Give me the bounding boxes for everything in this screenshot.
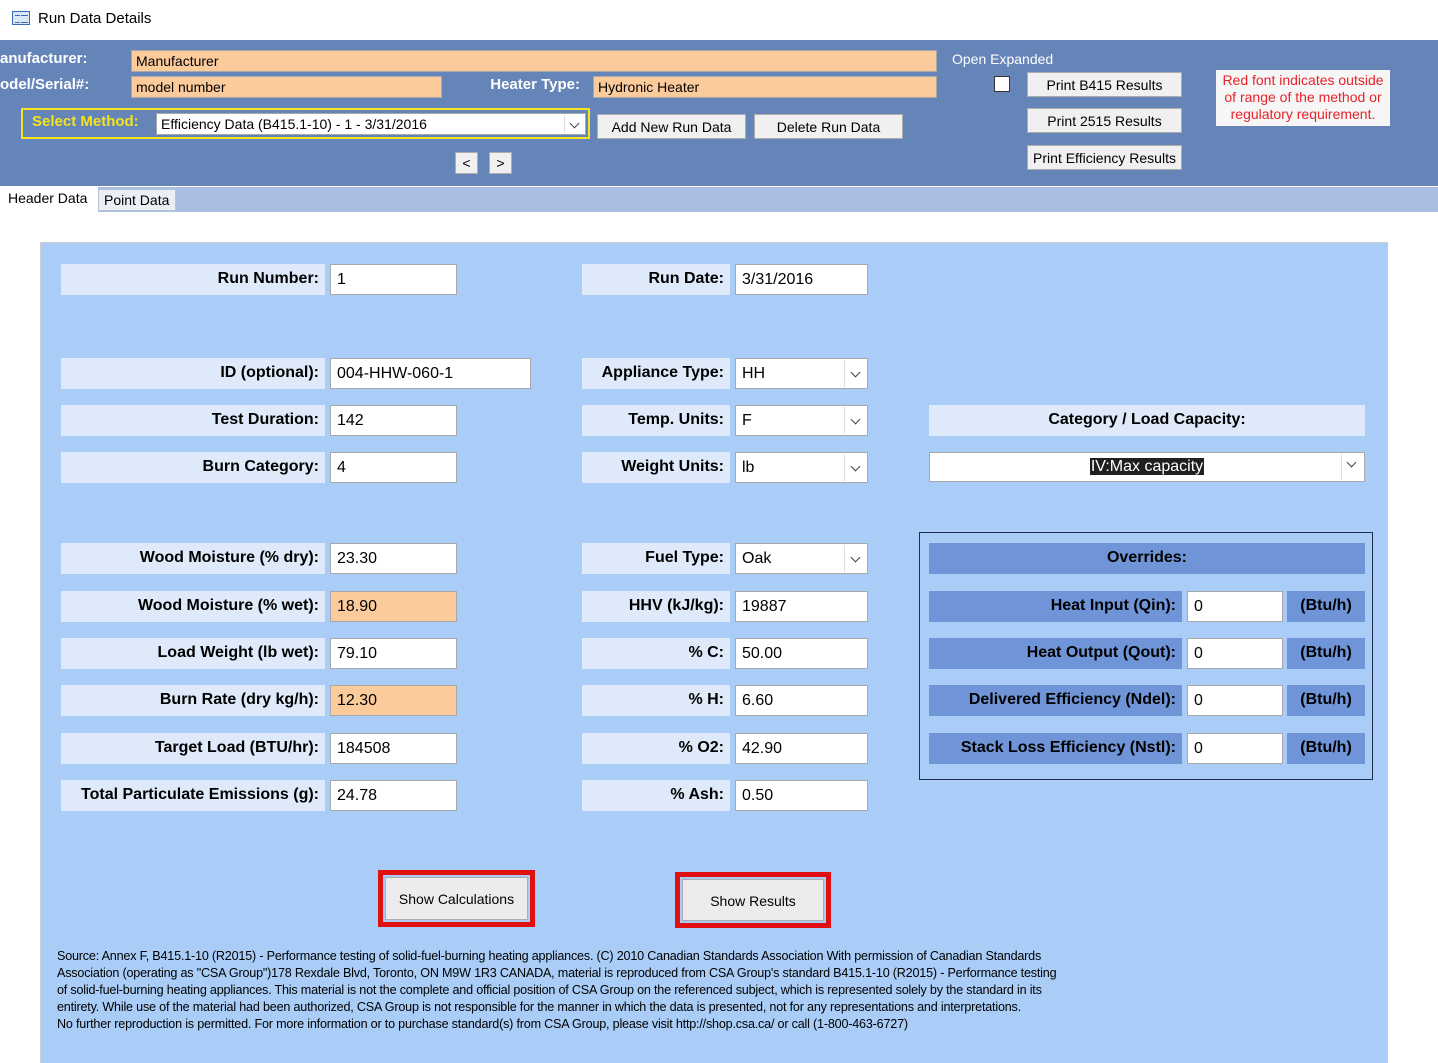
overrides-title: Overrides:	[929, 543, 1365, 574]
dropdown-arrow-icon[interactable]	[844, 407, 866, 434]
weight-units-combo[interactable]: lb	[735, 452, 868, 483]
wood-moisture-dry-field[interactable]: 23.30	[330, 543, 457, 574]
category-load-capacity-label: Category / Load Capacity:	[929, 405, 1365, 436]
dropdown-arrow-icon[interactable]	[844, 454, 866, 481]
test-duration-field[interactable]: 142	[330, 405, 457, 436]
print-efficiency-button[interactable]: Print Efficiency Results	[1027, 145, 1182, 170]
pct-ash-field[interactable]: 0.50	[735, 780, 868, 811]
temp-units-combo[interactable]: F	[735, 405, 868, 436]
select-method-combo[interactable]: Efficiency Data (B415.1-10) - 1 - 3/31/2…	[156, 113, 586, 135]
source-citation: Source: Annex F, B415.1-10 (R2015) - Per…	[57, 948, 1357, 1033]
add-new-run-button[interactable]: Add New Run Data	[597, 114, 746, 139]
select-method-label: Select Method:	[32, 113, 139, 130]
window-title: Run Data Details	[38, 10, 152, 27]
tab-point-data[interactable]: Point Data	[98, 189, 176, 211]
source-line-2: Association (operating as "CSA Group")17…	[57, 966, 1057, 980]
source-line-1: Source: Annex F, B415.1-10 (R2015) - Per…	[57, 949, 1042, 963]
hhv-label: HHV (kJ/kg):	[582, 591, 730, 622]
next-record-button[interactable]: >	[489, 152, 512, 174]
print-2515-button[interactable]: Print 2515 Results	[1027, 108, 1182, 133]
pct-c-field[interactable]: 50.00	[735, 638, 868, 669]
target-load-label: Target Load (BTU/hr):	[61, 733, 325, 764]
title-bar: Run Data Details	[0, 0, 1438, 38]
open-expanded-checkbox[interactable]	[994, 76, 1010, 92]
delivered-efficiency-label: Delivered Efficiency (Ndel):	[929, 685, 1182, 716]
heat-input-label: Heat Input (Qin):	[929, 591, 1182, 622]
burn-category-field[interactable]: 4	[330, 452, 457, 483]
show-calculations-button[interactable]: Show Calculations	[385, 877, 528, 920]
id-optional-label: ID (optional):	[61, 358, 325, 389]
temp-units-value: F	[742, 412, 752, 429]
pct-ash-label: % Ash:	[582, 780, 730, 811]
heater-type-label: Heater Type:	[490, 76, 580, 93]
burn-rate-label: Burn Rate (dry kg/h):	[61, 685, 325, 716]
wood-moisture-wet-label: Wood Moisture (% wet):	[61, 591, 325, 622]
prev-record-button[interactable]: <	[455, 152, 478, 174]
show-results-button[interactable]: Show Results	[682, 879, 824, 921]
dropdown-arrow-icon[interactable]	[564, 115, 584, 133]
load-weight-field[interactable]: 79.10	[330, 638, 457, 669]
delivered-efficiency-field[interactable]: 0	[1187, 685, 1283, 716]
source-line-5: No further reproduction is permitted. Fo…	[57, 1017, 908, 1031]
appliance-type-combo[interactable]: HH	[735, 358, 868, 389]
run-number-field[interactable]: 1	[330, 264, 457, 295]
source-line-4: entirety. While use of the material had …	[57, 1000, 1021, 1014]
heater-type-field[interactable]: Hydronic Heater	[593, 76, 937, 98]
delete-run-button[interactable]: Delete Run Data	[754, 114, 903, 139]
heat-input-unit: (Btu/h)	[1287, 591, 1365, 622]
appliance-type-label: Appliance Type:	[582, 358, 730, 389]
heat-output-label: Heat Output (Qout):	[929, 638, 1182, 669]
heat-output-unit: (Btu/h)	[1287, 638, 1365, 669]
weight-units-value: lb	[742, 459, 755, 476]
manufacturer-label: anufacturer:	[0, 50, 88, 67]
pct-h-label: % H:	[582, 685, 730, 716]
wood-moisture-dry-label: Wood Moisture (% dry):	[61, 543, 325, 574]
delivered-efficiency-unit: (Btu/h)	[1287, 685, 1365, 716]
dropdown-arrow-icon[interactable]	[844, 545, 866, 572]
run-date-label: Run Date:	[582, 264, 730, 295]
pct-o2-field[interactable]: 42.90	[735, 733, 868, 764]
id-optional-field[interactable]: 004-HHW-060-1	[330, 358, 531, 389]
load-weight-label: Load Weight (lb wet):	[61, 638, 325, 669]
model-serial-label: odel/Serial#:	[0, 76, 90, 93]
appliance-type-value: HH	[742, 365, 766, 382]
model-serial-field[interactable]: model number	[131, 76, 442, 98]
fuel-type-label: Fuel Type:	[582, 543, 730, 574]
form-icon	[12, 11, 30, 25]
heat-input-field[interactable]: 0	[1187, 591, 1283, 622]
pct-o2-label: % O2:	[582, 733, 730, 764]
weight-units-label: Weight Units:	[582, 452, 730, 483]
heat-output-field[interactable]: 0	[1187, 638, 1283, 669]
pct-h-field[interactable]: 6.60	[735, 685, 868, 716]
temp-units-label: Temp. Units:	[582, 405, 730, 436]
fuel-type-value: Oak	[742, 550, 772, 567]
stack-loss-efficiency-label: Stack Loss Efficiency (Nstl):	[929, 733, 1182, 764]
select-method-value: Efficiency Data (B415.1-10) - 1 - 3/31/2…	[161, 116, 427, 132]
total-particulate-label: Total Particulate Emissions (g):	[61, 780, 325, 811]
burn-rate-field[interactable]: 12.30	[330, 685, 457, 716]
dropdown-arrow-icon[interactable]	[844, 360, 866, 387]
test-duration-label: Test Duration:	[61, 405, 325, 436]
run-date-field[interactable]: 3/31/2016	[735, 264, 868, 295]
print-b415-button[interactable]: Print B415 Results	[1027, 72, 1182, 97]
source-line-3: of solid-fuel-burning heating appliances…	[57, 983, 1042, 997]
stack-loss-efficiency-field[interactable]: 0	[1187, 733, 1283, 764]
hhv-field[interactable]: 19887	[735, 591, 868, 622]
burn-category-label: Burn Category:	[61, 452, 325, 483]
open-expanded-label: Open Expanded	[952, 51, 1054, 67]
tab-strip	[0, 187, 1438, 212]
run-number-label: Run Number:	[61, 264, 325, 295]
dropdown-arrow-icon[interactable]	[1341, 454, 1363, 480]
stack-loss-efficiency-unit: (Btu/h)	[1287, 733, 1365, 764]
tab-header-data-label[interactable]: Header Data	[8, 190, 87, 206]
manufacturer-field[interactable]: Manufacturer	[131, 50, 937, 72]
category-load-capacity-combo[interactable]: IV:Max capacity	[929, 452, 1365, 482]
red-font-note: Red font indicates outside of range of t…	[1216, 70, 1390, 126]
target-load-field[interactable]: 184508	[330, 733, 457, 764]
category-load-capacity-value: IV:Max capacity	[1089, 458, 1205, 475]
fuel-type-combo[interactable]: Oak	[735, 543, 868, 574]
wood-moisture-wet-field[interactable]: 18.90	[330, 591, 457, 622]
total-particulate-field[interactable]: 24.78	[330, 780, 457, 811]
pct-c-label: % C:	[582, 638, 730, 669]
